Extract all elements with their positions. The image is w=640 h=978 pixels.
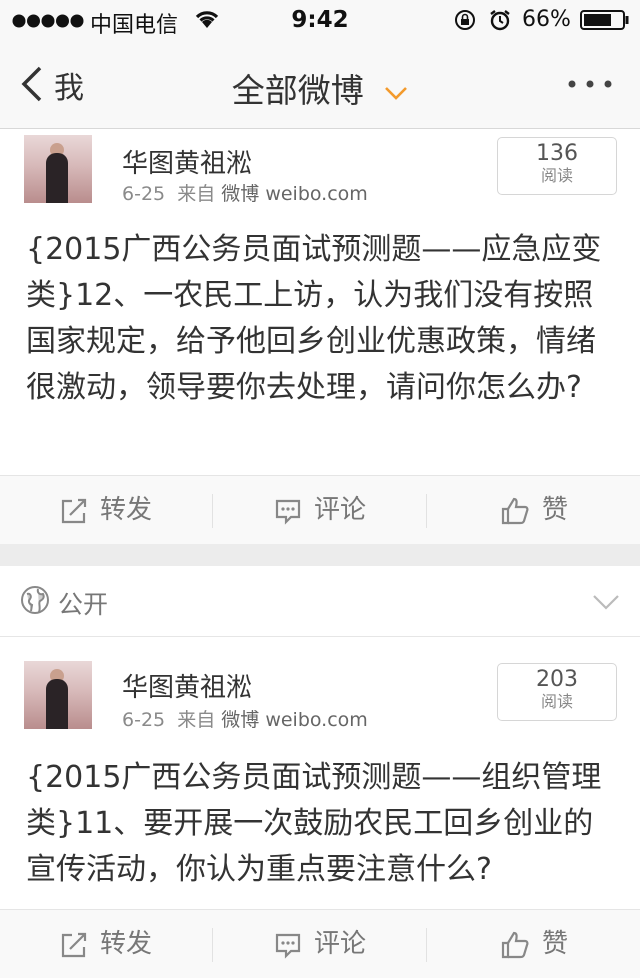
status-bar: 中国电信 9:42 66% [0, 0, 640, 40]
chevron-down-icon [385, 86, 408, 100]
action-divider [426, 928, 427, 962]
post-meta: 6-25 来自 微博 weibo.com [122, 179, 368, 206]
more-icon [568, 80, 612, 88]
read-count-badge: 136 阅读 [497, 137, 617, 195]
post-source[interactable]: 微博 weibo.com [221, 709, 368, 731]
navigation-bar: 我 全部微博 [0, 40, 640, 129]
post-text[interactable]: {2015广西公务员面试预测题——应急应变类}12、一农民工上访，认为我们没有按… [26, 227, 622, 411]
read-count-badge: 203 阅读 [497, 663, 617, 721]
like-button[interactable]: 赞 [428, 910, 640, 978]
post-source[interactable]: 微博 weibo.com [221, 183, 368, 205]
action-divider [212, 928, 213, 962]
timeline-filter-dropdown[interactable]: 全部微博 [0, 64, 640, 112]
avatar[interactable] [24, 661, 92, 729]
post-author[interactable]: 华图黄祖淞 [122, 667, 252, 704]
comment-button[interactable]: 评论 [214, 910, 426, 978]
comment-button[interactable]: 评论 [214, 476, 426, 544]
post-date: 6-25 [122, 709, 166, 731]
comment-label: 评论 [313, 929, 366, 959]
weibo-post-card: 华图黄祖淞 6-25 来自 微博 weibo.com 136 阅读 {2015广… [0, 129, 640, 544]
avatar[interactable] [24, 135, 92, 203]
repost-icon [61, 932, 87, 957]
battery-percent: 66% [522, 7, 571, 32]
action-divider [426, 494, 427, 528]
read-label: 阅读 [540, 166, 573, 185]
post-actions: 转发 评论 赞 [0, 909, 640, 978]
like-label: 赞 [541, 495, 568, 525]
post-from-label: 来自 [177, 709, 216, 731]
battery-icon [580, 10, 630, 34]
visibility-row[interactable]: 公开 [0, 566, 640, 637]
comment-label: 评论 [313, 495, 366, 525]
visibility-label: 公开 [58, 590, 109, 619]
repost-button[interactable]: 转发 [0, 476, 212, 544]
repost-button[interactable]: 转发 [0, 910, 212, 978]
like-label: 赞 [541, 929, 568, 959]
post-text[interactable]: {2015广西公务员面试预测题——组织管理类}11、要开展一次鼓励农民工回乡创业… [26, 755, 622, 893]
page-title: 全部微博 [231, 71, 364, 110]
read-count: 203 [536, 667, 578, 692]
like-button[interactable]: 赞 [428, 476, 640, 544]
post-author[interactable]: 华图黄祖淞 [122, 143, 252, 180]
read-count: 136 [536, 141, 578, 166]
comment-icon [275, 933, 301, 959]
read-label: 阅读 [540, 692, 573, 711]
thumbs-up-icon [501, 931, 529, 958]
more-options-button[interactable] [566, 76, 614, 95]
post-actions: 转发 评论 赞 [0, 475, 640, 544]
post-date: 6-25 [122, 183, 166, 205]
rotation-lock-icon [454, 9, 476, 35]
repost-icon [61, 498, 87, 523]
alarm-icon [489, 9, 511, 35]
repost-label: 转发 [99, 929, 152, 959]
weibo-post-card: 华图黄祖淞 6-25 来自 微博 weibo.com 203 阅读 {2015广… [0, 637, 640, 978]
thumbs-up-icon [501, 497, 529, 524]
chevron-down-icon[interactable] [592, 594, 620, 610]
comment-icon [275, 499, 301, 525]
repost-label: 转发 [99, 495, 152, 525]
post-meta: 6-25 来自 微博 weibo.com [122, 705, 368, 732]
post-from-label: 来自 [177, 183, 216, 205]
globe-icon [21, 586, 49, 614]
action-divider [212, 494, 213, 528]
